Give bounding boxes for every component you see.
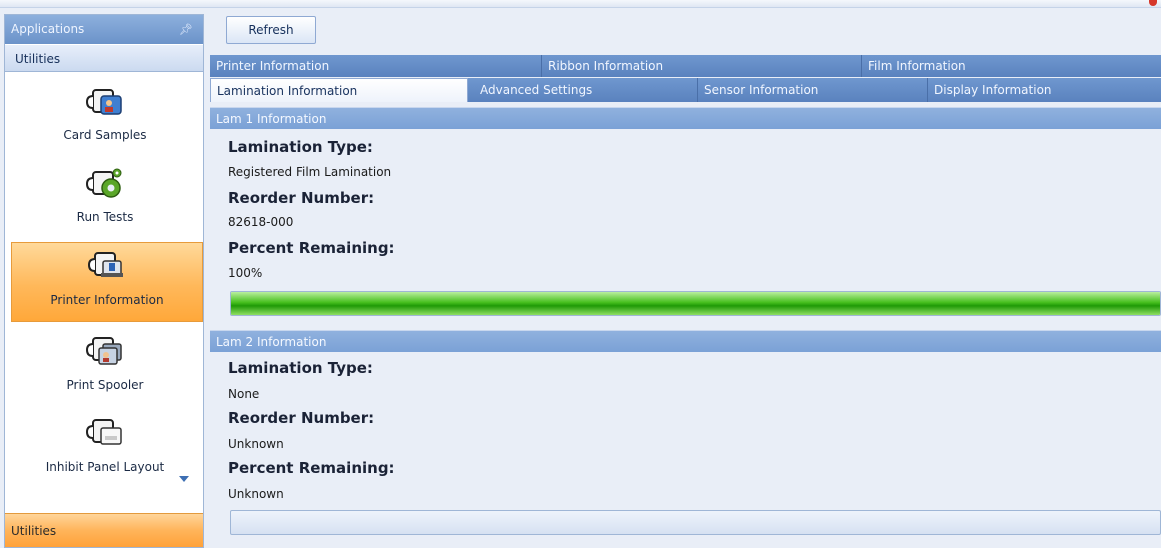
lam1-reorder-label: Reorder Number: xyxy=(228,189,375,207)
sidebar-item-label: Printer Information xyxy=(50,293,164,307)
lam2-type-value: None xyxy=(228,387,260,401)
tab-advanced-settings[interactable]: Advanced Settings xyxy=(474,78,698,102)
sidebar-item-card-samples[interactable]: Card Samples xyxy=(11,78,199,158)
lam1-percent-label: Percent Remaining: xyxy=(228,239,395,257)
tab-lamination-information[interactable]: Lamination Information xyxy=(210,78,468,102)
tab-row-1: Printer Information Ribbon Information F… xyxy=(210,55,1161,77)
tab-row-2: Lamination Information Advanced Settings… xyxy=(210,78,1161,102)
lam2-progress-bar xyxy=(230,510,1161,535)
lam1-type-value: Registered Film Lamination xyxy=(228,165,392,179)
tab-label: Ribbon Information xyxy=(548,59,664,73)
print-spooler-icon xyxy=(85,334,125,372)
sidebar-item-label: Inhibit Panel Layout xyxy=(45,460,165,474)
printer-information-icon xyxy=(87,249,127,287)
sidebar-item-label: Run Tests xyxy=(76,210,134,224)
scroll-down-icon[interactable] xyxy=(179,476,189,482)
lam2-reorder-label: Reorder Number: xyxy=(228,409,375,427)
tab-display-information[interactable]: Display Information xyxy=(928,78,1161,102)
sidebar-item-printer-information[interactable]: Printer Information xyxy=(11,242,203,322)
lam1-section-header: Lam 1 Information xyxy=(210,107,1161,129)
sidebar-header-label: Applications xyxy=(11,22,85,36)
pin-icon[interactable]: 📌︎ xyxy=(179,15,193,44)
tab-label: Lamination Information xyxy=(217,84,358,98)
lam1-progress-fill xyxy=(231,292,1160,315)
tab-film-information[interactable]: Film Information xyxy=(862,55,1161,77)
sidebar-items: Card Samples Run Tests Printer Informati… xyxy=(5,72,203,500)
lam1-reorder-value: 82618-000 xyxy=(228,215,294,229)
sidebar-item-label: Card Samples xyxy=(63,128,147,142)
lam1-progress-bar xyxy=(230,291,1161,316)
sidebar-item-run-tests[interactable]: Run Tests xyxy=(11,160,199,240)
inhibit-panel-layout-icon xyxy=(85,416,125,454)
lam2-reorder-value: Unknown xyxy=(228,437,284,451)
card-samples-icon xyxy=(85,84,125,122)
run-tests-gear-icon xyxy=(85,166,125,204)
tab-printer-information[interactable]: Printer Information xyxy=(210,55,542,77)
tab-label: Advanced Settings xyxy=(480,83,593,97)
tab-label: Display Information xyxy=(934,83,1052,97)
lam1-type-label: Lamination Type: xyxy=(228,138,373,156)
lam2-type-label: Lamination Type: xyxy=(228,359,373,377)
sidebar-item-label: Print Spooler xyxy=(66,378,144,392)
sidebar-group-utilities-bottom[interactable]: Utilities xyxy=(5,513,203,547)
applications-sidebar: Applications 📌︎ Utilities Card Samples R… xyxy=(4,14,204,548)
sidebar-header: Applications 📌︎ xyxy=(5,15,203,44)
lam2-percent-label: Percent Remaining: xyxy=(228,459,395,477)
tab-label: Film Information xyxy=(868,59,966,73)
main-panel: Refresh Printer Information Ribbon Infor… xyxy=(210,14,1161,548)
sidebar-item-inhibit-panel-layout[interactable]: Inhibit Panel Layout xyxy=(11,410,199,490)
lam1-percent-value: 100% xyxy=(228,266,263,280)
sidebar-item-print-spooler[interactable]: Print Spooler xyxy=(11,328,199,408)
toolbar: Refresh xyxy=(210,14,1161,50)
sidebar-group-utilities[interactable]: Utilities xyxy=(5,44,203,72)
window-top-strip xyxy=(0,0,1161,8)
tab-sensor-information[interactable]: Sensor Information xyxy=(698,78,928,102)
tab-label: Sensor Information xyxy=(704,83,819,97)
refresh-button[interactable]: Refresh xyxy=(226,16,316,44)
tab-label: Printer Information xyxy=(216,59,330,73)
lam2-percent-value: Unknown xyxy=(228,487,284,501)
lam2-section-header: Lam 2 Information xyxy=(210,330,1161,352)
tab-ribbon-information[interactable]: Ribbon Information xyxy=(542,55,862,77)
